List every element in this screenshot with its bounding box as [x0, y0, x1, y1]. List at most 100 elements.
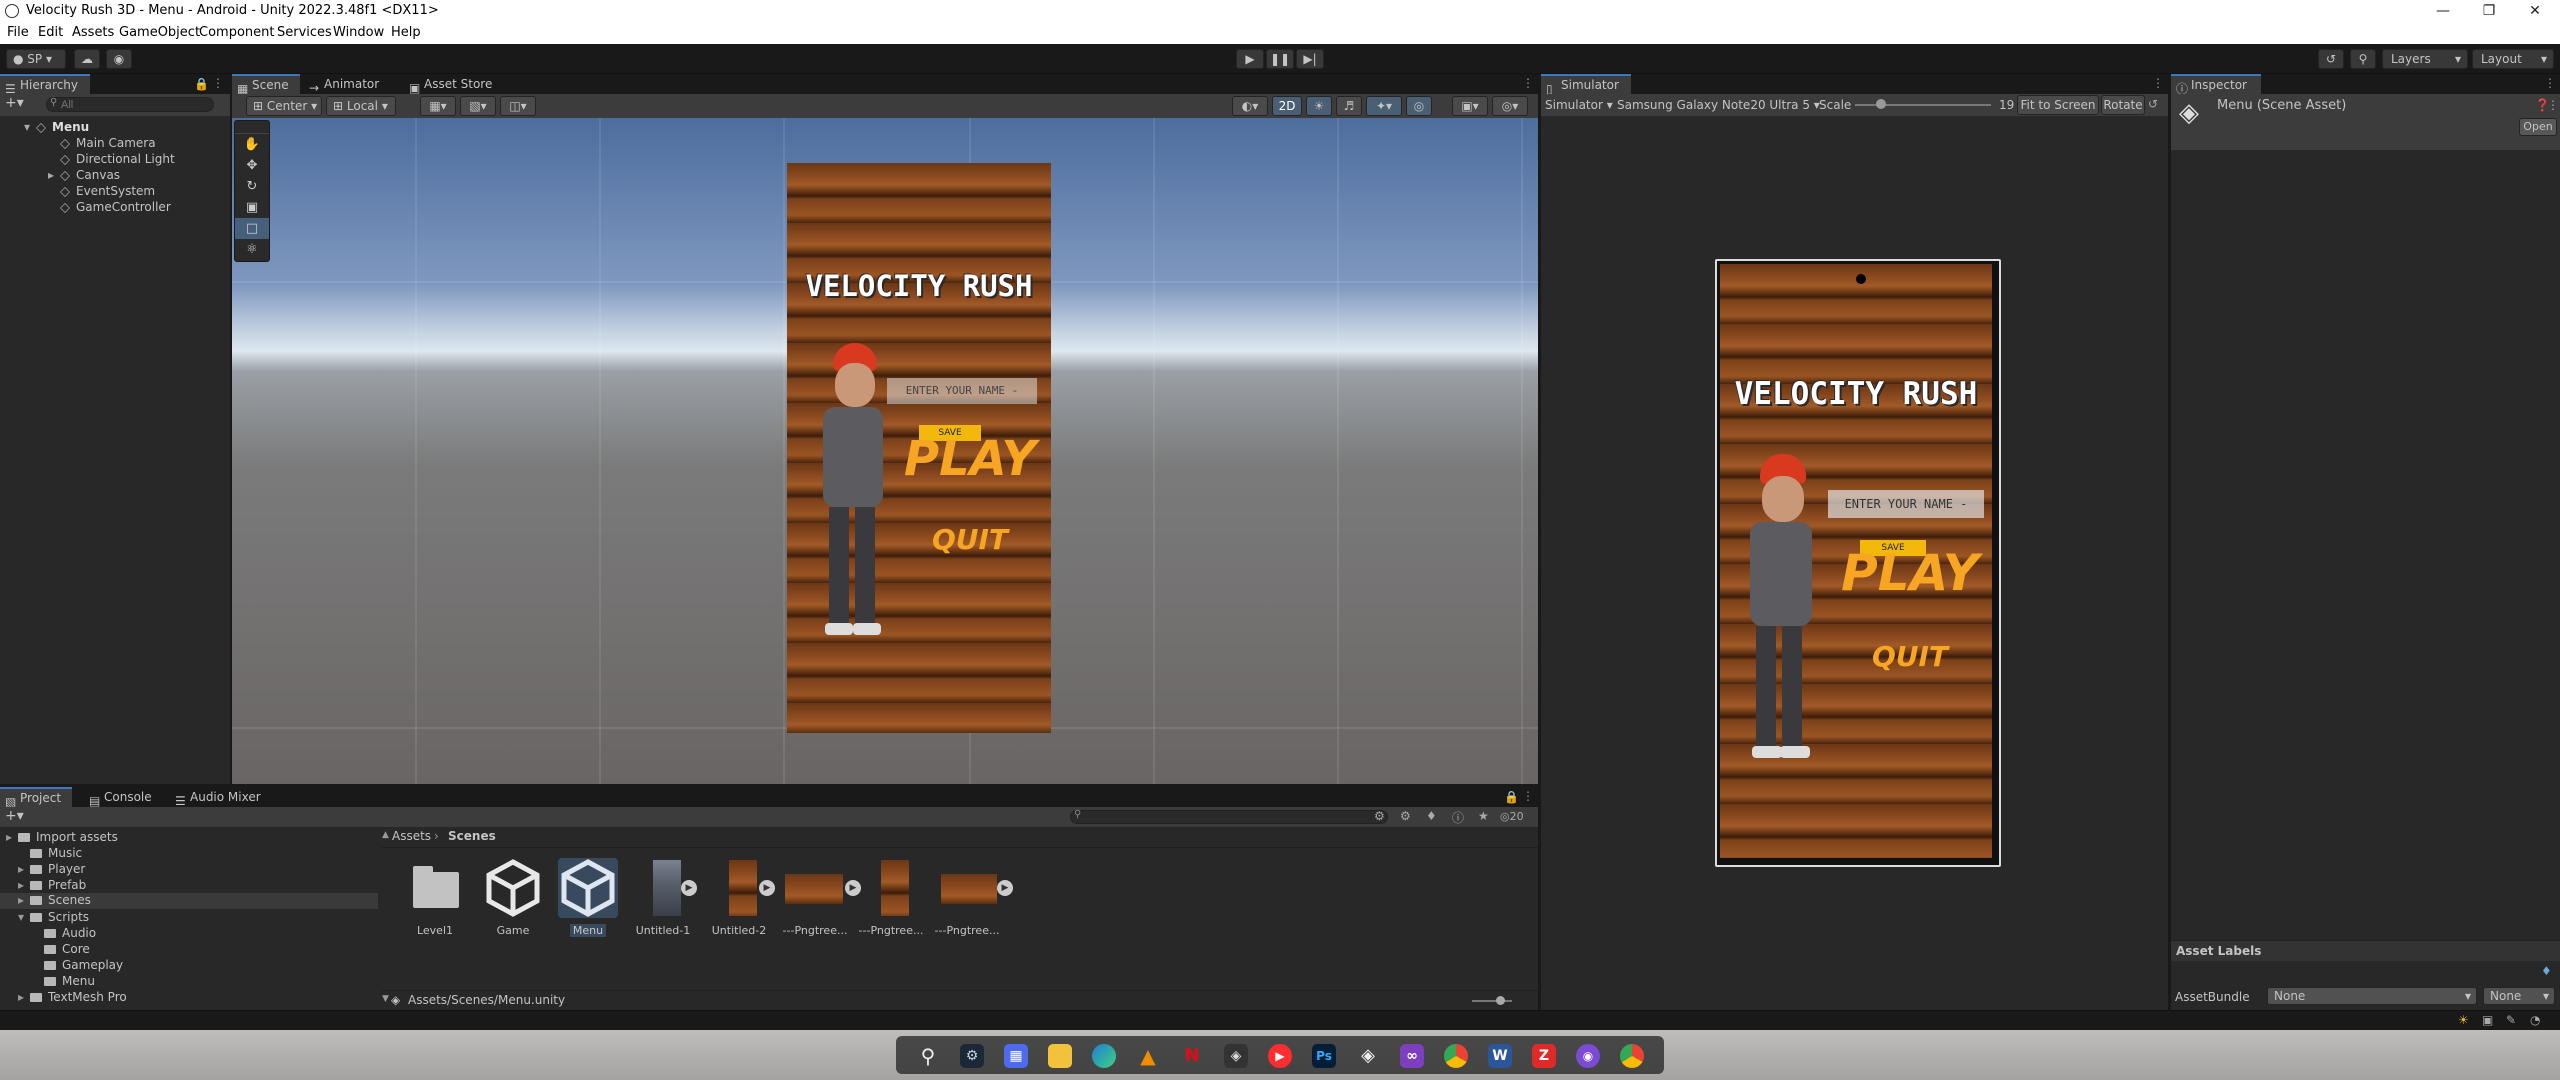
label-tag-icon[interactable]: ♦ — [2541, 964, 2552, 978]
shading-mode-button[interactable]: ◐▾ — [1232, 96, 1268, 116]
rotate-left-icon[interactable]: ↺ — [2148, 97, 2158, 111]
more-icon[interactable]: ⋮ — [212, 76, 224, 90]
chrome-icon[interactable] — [1444, 1044, 1468, 1068]
account-button[interactable]: ● SP ▾ — [6, 49, 66, 69]
lock-icon[interactable]: 🔒 — [194, 77, 209, 91]
scene-canvas-preview[interactable]: VELOCITY RUSH ENTER YOUR NAME - SAVE PLA… — [787, 163, 1051, 733]
folder-item-selected[interactable]: ▸ Scenes — [0, 893, 378, 909]
more-icon[interactable]: ⋮ — [1522, 76, 1534, 90]
search-button[interactable]: ⚲ — [2350, 49, 2376, 69]
lighting-toggle[interactable]: ☀ — [1306, 96, 1332, 116]
collapse-icon[interactable]: ▲ — [382, 830, 389, 840]
hierarchy-item[interactable]: EventSystem — [60, 184, 155, 198]
file-explorer-icon[interactable] — [1048, 1044, 1072, 1068]
minimize-icon[interactable]: — — [2420, 1, 2466, 21]
expand-icon[interactable]: ▼ — [382, 994, 389, 1004]
hierarchy-item[interactable]: Main Camera — [60, 136, 156, 150]
more-icon[interactable]: ⋮ — [2152, 76, 2164, 90]
menu-file[interactable]: File — [7, 25, 29, 40]
folder-item[interactable]: ▸ TextMesh Pro — [18, 990, 127, 1004]
rotate-button[interactable]: Rotate — [2101, 95, 2145, 115]
asset-item-selected[interactable]: Menu — [553, 858, 623, 937]
variant-dropdown[interactable]: None ▾ — [2483, 987, 2555, 1005]
tab-animator[interactable]: → Animator — [304, 74, 384, 95]
pause-button[interactable]: ❚❚ — [1266, 49, 1294, 69]
visual-studio-icon[interactable]: ∞ — [1400, 1044, 1424, 1068]
asset-item[interactable]: ▶ ---Pngtree... — [780, 858, 861, 937]
hierarchy-scene-row[interactable]: ▾ Menu — [24, 120, 89, 134]
scene-name-input[interactable]: ENTER YOUR NAME - — [887, 378, 1037, 404]
rect-tool-icon[interactable]: □ — [235, 218, 269, 239]
device-dropdown[interactable]: Samsung Galaxy Note20 Ultra 5 ▾ — [1617, 98, 1820, 112]
tab-asset-store[interactable]: ▣ Asset Store — [404, 74, 504, 95]
menu-edit[interactable]: Edit — [38, 25, 63, 40]
tab-inspector[interactable]: ⓘ Inspector — [2171, 74, 2261, 96]
asset-item[interactable]: ▶ Untitled-2 — [704, 858, 775, 937]
asset-item[interactable]: ▶ Untitled-1 — [628, 858, 698, 937]
cache-status-icon[interactable]: ▣ — [2482, 1013, 2493, 1027]
menu-assets[interactable]: Assets — [72, 25, 114, 40]
asset-item[interactable]: ---Pngtree... — [856, 858, 926, 937]
github-desktop-icon[interactable]: ◉ — [1576, 1044, 1600, 1068]
open-button[interactable]: Open — [2519, 118, 2557, 136]
unity-hub-icon[interactable]: ◈ — [1224, 1044, 1248, 1068]
rotate-tool-icon[interactable]: ↻ — [235, 176, 269, 197]
photoshop-icon[interactable]: Ps — [1312, 1044, 1336, 1068]
folder-item[interactable]: Menu — [44, 974, 95, 988]
favorite-icon[interactable]: ★ — [1478, 809, 1489, 823]
tab-scene[interactable]: ▦ Scene — [232, 74, 300, 96]
asset-item[interactable]: ▶ ---Pngtree... — [932, 858, 1013, 937]
menu-component[interactable]: Component — [199, 25, 274, 40]
maximize-icon[interactable]: ❐ — [2466, 1, 2512, 21]
folder-item[interactable]: Core — [44, 942, 90, 956]
chrome-profile-icon[interactable] — [1620, 1044, 1644, 1068]
icon-size-slider-thumb[interactable] — [1496, 996, 1505, 1005]
tab-project[interactable]: ▧ Project — [0, 787, 72, 809]
tab-simulator[interactable]: ▯ Simulator — [1541, 74, 1631, 96]
gizmo-toggle-button[interactable]: ◫▾ — [500, 96, 536, 116]
hierarchy-item[interactable]: Directional Light — [60, 152, 175, 166]
folder-item[interactable]: ▸ Prefab — [18, 878, 86, 892]
project-search-input[interactable] — [1070, 810, 1388, 824]
settings-icon[interactable]: ⋮ — [2547, 98, 2559, 112]
store-icon[interactable]: ▦ — [1004, 1044, 1028, 1068]
quit-button[interactable]: QUIT — [1832, 640, 1988, 673]
info-icon[interactable]: ⓘ — [1452, 809, 1464, 826]
unity-icon[interactable]: ◈ — [1356, 1044, 1380, 1068]
scale-slider-thumb[interactable] — [1875, 99, 1886, 109]
folder-item[interactable]: Gameplay — [44, 958, 123, 972]
steam-icon[interactable]: ⚙ — [960, 1044, 984, 1068]
word-icon[interactable]: W — [1488, 1044, 1512, 1068]
icon-size-slider[interactable] — [1472, 1000, 1512, 1002]
visibility-toggle[interactable]: ◎ — [1406, 96, 1432, 116]
device-screen[interactable]: VELOCITY RUSH ENTER YOUR NAME - SAVE PLA… — [1720, 264, 1992, 858]
search-icon[interactable]: ⚲ — [916, 1044, 940, 1068]
transform-tool-icon[interactable]: ⚛ — [235, 239, 269, 260]
netflix-icon[interactable]: N — [1180, 1044, 1204, 1068]
more-icon[interactable]: ⋮ — [1522, 789, 1534, 803]
folder-item[interactable]: Audio — [44, 926, 96, 940]
media-player-icon[interactable]: ▶ — [1268, 1044, 1292, 1068]
effects-dropdown[interactable]: ✦▾ — [1366, 96, 1402, 116]
menu-gameobject[interactable]: GameObject — [119, 25, 200, 40]
more-icon[interactable]: ⋮ — [2544, 76, 2556, 90]
tab-console[interactable]: ▤ Console — [84, 787, 160, 808]
folder-item[interactable]: ▾ Scripts — [18, 910, 89, 924]
move-tool-icon[interactable]: ✥ — [235, 155, 269, 176]
tab-audio-mixer[interactable]: ☰ Audio Mixer — [170, 787, 270, 808]
camera-settings-button[interactable]: ▣▾ — [1452, 96, 1488, 116]
history-button[interactable]: ↺ — [2318, 49, 2344, 69]
scene-quit-button[interactable]: QUIT — [895, 523, 1045, 556]
hierarchy-item[interactable]: GameController — [60, 200, 171, 214]
folder-item[interactable]: Music — [30, 846, 82, 860]
debug-status-icon[interactable]: ✎ — [2506, 1013, 2516, 1027]
lighting-status-icon[interactable]: ☀ — [2458, 1013, 2469, 1027]
grid-snap-button[interactable]: ▦▾ — [420, 96, 456, 116]
gizmos-dropdown[interactable]: ◎▾ — [1492, 96, 1528, 116]
hand-tool-icon[interactable]: ✋ — [235, 134, 269, 155]
menu-help[interactable]: Help — [391, 25, 421, 40]
add-icon[interactable]: +▾ — [5, 95, 24, 111]
label-icon[interactable]: ♦ — [1426, 809, 1437, 823]
hierarchy-item[interactable]: ▸ Canvas — [48, 168, 120, 182]
lock-icon[interactable]: 🔒 — [1504, 790, 1519, 804]
